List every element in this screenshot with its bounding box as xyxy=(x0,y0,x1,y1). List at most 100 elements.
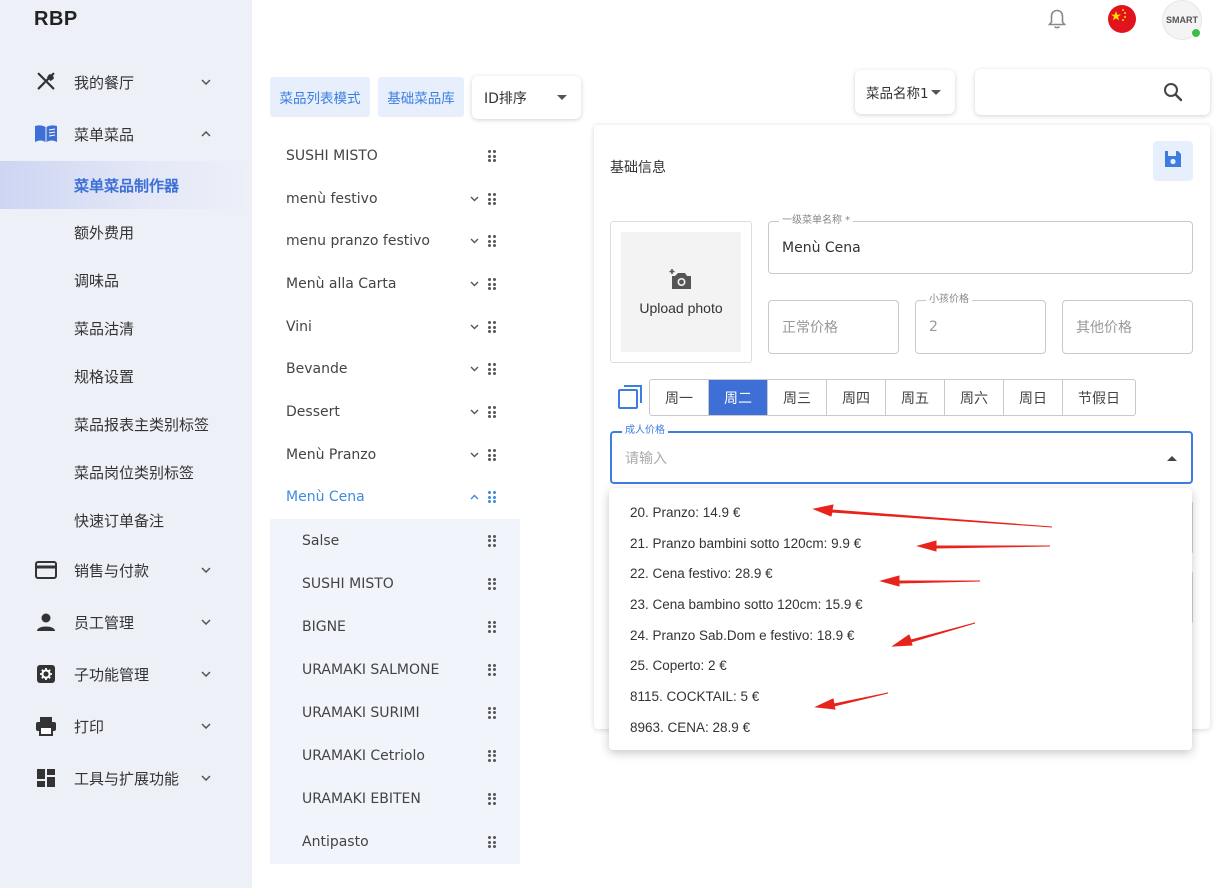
drag-handle-icon[interactable] xyxy=(488,706,498,719)
menu-list-item[interactable]: Menù alla Carta xyxy=(270,263,520,305)
drag-handle-icon[interactable] xyxy=(488,663,498,676)
sidebar-item-menu-dishes[interactable]: 菜单菜品 xyxy=(0,110,252,158)
china-flag-icon[interactable] xyxy=(1108,5,1136,33)
child-price-field[interactable]: 小孩价格 2 xyxy=(915,294,1046,354)
drag-handle-icon[interactable] xyxy=(488,150,498,162)
drag-handle-icon[interactable] xyxy=(488,449,498,461)
sidebar-subitem-station-tags[interactable]: 菜品岗位类别标签 xyxy=(0,448,252,496)
chevron-up-icon[interactable] xyxy=(468,491,480,503)
day-tab-sat[interactable]: 周六 xyxy=(945,380,1004,415)
chevron-down-icon[interactable] xyxy=(468,193,480,205)
menu-list-item[interactable]: Vini xyxy=(270,306,520,348)
day-tab-fri[interactable]: 周五 xyxy=(886,380,945,415)
drag-handle-icon[interactable] xyxy=(488,577,498,590)
menu-list-item[interactable]: menù festivo xyxy=(270,178,520,220)
menu-list-item[interactable]: Bevande xyxy=(270,348,520,390)
drag-handle-icon[interactable] xyxy=(488,534,498,547)
dropdown-option[interactable]: 21. Pranzo bambini sotto 120cm: 9.9 € xyxy=(630,532,861,554)
sidebar-item-staff[interactable]: 员工管理 xyxy=(0,598,252,646)
day-tab-sun[interactable]: 周日 xyxy=(1004,380,1063,415)
sidebar-subitem-report-main-tags[interactable]: 菜品报表主类别标签 xyxy=(0,400,252,448)
drag-handle-icon[interactable] xyxy=(488,363,498,375)
chevron-down-icon[interactable] xyxy=(468,235,480,247)
drag-handle-icon[interactable] xyxy=(488,836,498,848)
dropdown-option[interactable]: 8115. COCKTAIL: 5 € xyxy=(630,685,759,707)
sidebar: RBP 我的餐厅 菜单菜品 菜单菜品制作器 额外费用 调味品 菜品沽清 规格设置… xyxy=(0,0,252,888)
sidebar-subitem-condiments[interactable]: 调味品 xyxy=(0,256,252,304)
sidebar-subitem-extra-fees[interactable]: 额外费用 xyxy=(0,208,252,256)
menu-sub-item[interactable]: SUSHI MISTO xyxy=(270,562,520,605)
sidebar-subitem-sold-out[interactable]: 菜品沽清 xyxy=(0,304,252,352)
upload-photo-label: Upload photo xyxy=(639,300,723,316)
menu-list-item[interactable]: menu pranzo festivo xyxy=(270,220,520,262)
base-library-button[interactable]: 基础菜品库 xyxy=(378,77,464,117)
sidebar-item-sales-payment[interactable]: 销售与付款 xyxy=(0,546,252,594)
sidebar-item-print[interactable]: 打印 xyxy=(0,702,252,750)
sidebar-subitem-label: 菜单菜品制作器 xyxy=(74,176,180,195)
chevron-down-icon[interactable] xyxy=(468,321,480,333)
dropdown-option[interactable]: 8963. CENA: 28.9 € xyxy=(630,716,750,738)
drag-handle-icon[interactable] xyxy=(488,278,498,290)
bell-icon[interactable] xyxy=(1046,8,1068,30)
dropdown-option[interactable]: 24. Pranzo Sab.Dom e festivo: 18.9 € xyxy=(630,624,854,646)
day-tab-mon[interactable]: 周一 xyxy=(650,380,709,415)
sort-select[interactable]: ID排序 xyxy=(472,76,581,119)
drag-handle-icon[interactable] xyxy=(488,406,498,418)
menu-sub-item[interactable]: Salse xyxy=(270,519,520,562)
drag-handle-icon[interactable] xyxy=(488,620,498,633)
drag-handle-icon[interactable] xyxy=(488,235,498,247)
sidebar-subitem-spec-settings[interactable]: 规格设置 xyxy=(0,352,252,400)
photo-upload-area[interactable]: Upload photo xyxy=(621,232,741,352)
sidebar-item-tools[interactable]: 工具与扩展功能 xyxy=(0,754,252,802)
regular-price-field[interactable]: 正常价格 xyxy=(768,300,899,354)
adult-price-select[interactable]: 成人价格 请输入 xyxy=(610,425,1193,484)
sidebar-item-sub-functions[interactable]: 子功能管理 xyxy=(0,650,252,698)
other-price-field[interactable]: 其他价格 xyxy=(1062,300,1193,354)
sidebar-item-my-restaurant[interactable]: 我的餐厅 xyxy=(0,58,252,106)
sidebar-subitem-quick-order-notes[interactable]: 快速订单备注 xyxy=(0,496,252,544)
chevron-down-icon[interactable] xyxy=(468,363,480,375)
day-tab-holiday[interactable]: 节假日 xyxy=(1063,380,1135,415)
day-tab-thu[interactable]: 周四 xyxy=(827,380,886,415)
menu-item-label: Menù Pranzo xyxy=(286,447,377,463)
menu-item-label: Dessert xyxy=(286,404,340,420)
name-filter-select[interactable]: 菜品名称1 xyxy=(855,70,955,114)
search-icon[interactable] xyxy=(1163,82,1185,104)
dropdown-option[interactable]: 22. Cena festivo: 28.9 € xyxy=(630,562,773,584)
menu-sub-item[interactable]: BIGNE xyxy=(270,605,520,648)
list-mode-button[interactable]: 菜品列表模式 xyxy=(270,77,370,117)
dashboard-icon xyxy=(34,766,58,790)
sidebar-subitem-menu-builder[interactable]: 菜单菜品制作器 xyxy=(0,161,252,209)
chevron-down-icon[interactable] xyxy=(468,449,480,461)
menu-name-field[interactable]: 一级菜单名称 * Menù Cena xyxy=(768,215,1193,274)
drag-handle-icon[interactable] xyxy=(488,749,498,762)
search-box[interactable] xyxy=(975,69,1210,115)
day-tab-wed[interactable]: 周三 xyxy=(768,380,827,415)
dropdown-option[interactable]: 23. Cena bambino sotto 120cm: 15.9 € xyxy=(630,593,863,615)
menu-list-item-active[interactable]: Menù Cena xyxy=(270,476,520,518)
menu-list-item[interactable]: Dessert xyxy=(270,391,520,433)
menu-sub-item[interactable]: URAMAKI SURIMI xyxy=(270,691,520,734)
menu-sub-item[interactable]: URAMAKI EBITEN xyxy=(270,777,520,820)
menu-sub-item[interactable]: URAMAKI Cetriolo xyxy=(270,734,520,777)
save-button[interactable] xyxy=(1153,141,1193,181)
drag-handle-icon[interactable] xyxy=(488,491,498,503)
drag-handle-icon[interactable] xyxy=(488,792,498,805)
menu-sub-item[interactable]: Antipasto xyxy=(270,820,520,864)
menu-list-item[interactable]: Menù Pranzo xyxy=(270,434,520,476)
dropdown-option[interactable]: 25. Coperto: 2 € xyxy=(630,654,727,676)
copy-icon[interactable] xyxy=(617,384,643,410)
drag-handle-icon[interactable] xyxy=(488,321,498,333)
day-tab-tue[interactable]: 周二 xyxy=(709,380,768,415)
menu-sub-item-label: URAMAKI EBITEN xyxy=(302,790,421,807)
avatar[interactable]: SMART xyxy=(1162,0,1202,40)
chevron-down-icon[interactable] xyxy=(468,406,480,418)
search-input[interactable] xyxy=(985,77,1155,107)
menu-sub-item[interactable]: URAMAKI SALMONE xyxy=(270,648,520,691)
chevron-down-icon xyxy=(198,718,214,734)
dropdown-option[interactable]: 20. Pranzo: 14.9 € xyxy=(630,501,740,523)
avatar-text: SMART xyxy=(1166,15,1198,25)
menu-list-item[interactable]: SUSHI MISTO xyxy=(270,135,520,177)
chevron-down-icon[interactable] xyxy=(468,278,480,290)
drag-handle-icon[interactable] xyxy=(488,193,498,205)
